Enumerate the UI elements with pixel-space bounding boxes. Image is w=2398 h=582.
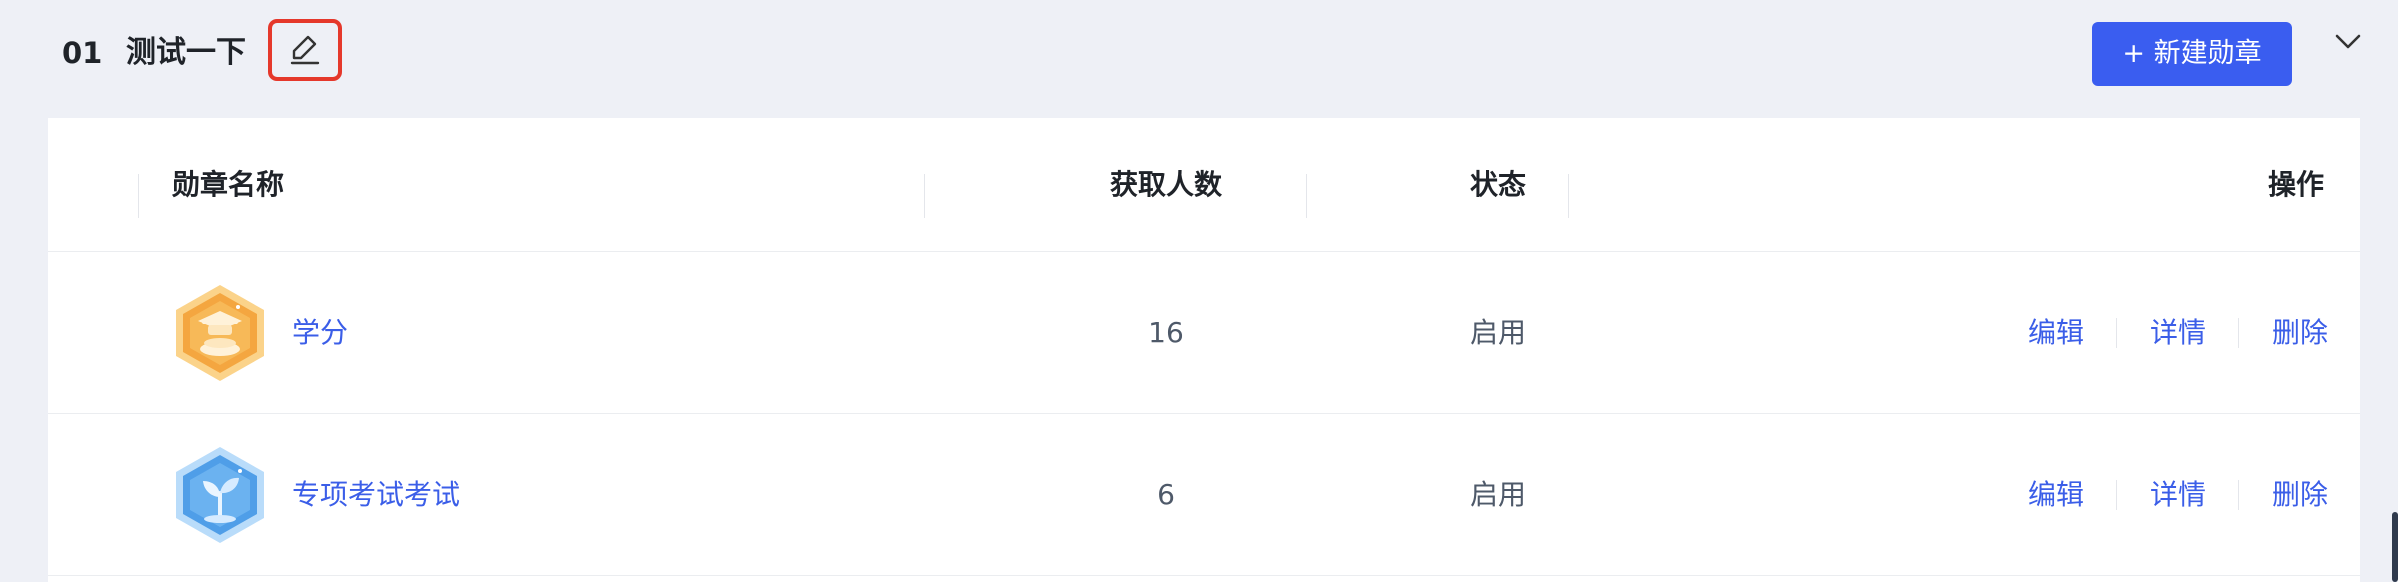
chevron-down-icon — [2334, 33, 2362, 55]
pencil-icon — [288, 32, 322, 69]
action-divider — [2116, 318, 2117, 348]
edit-link[interactable]: 编辑 — [2028, 252, 2084, 414]
obtained-count: 16 — [1148, 316, 1184, 349]
detail-link[interactable]: 详情 — [2150, 252, 2206, 414]
table-header: 勋章名称 获取人数 状态 操作 — [48, 118, 2360, 252]
column-header-actions: 操作 — [2267, 168, 2324, 201]
sprout-badge-icon — [172, 445, 268, 545]
badge-name-link[interactable]: 学分 — [292, 252, 348, 414]
column-divider — [924, 174, 925, 218]
badge-table: 勋章名称 获取人数 状态 操作 学分 16 启用 编辑 详情 删除 专项考试考试… — [48, 118, 2360, 582]
column-divider — [1568, 174, 1569, 218]
column-header-status: 状态 — [1469, 168, 1526, 201]
action-divider — [2238, 480, 2239, 510]
action-divider — [2238, 318, 2239, 348]
group-title: 测试一下 — [126, 35, 246, 70]
group-header: 01 测试一下 + 新建勋章 — [0, 0, 2398, 118]
delete-link[interactable]: 删除 — [2272, 414, 2328, 576]
new-badge-button[interactable]: + 新建勋章 — [2092, 22, 2292, 86]
status-text: 启用 — [1469, 316, 1526, 349]
edit-group-title-button[interactable] — [268, 19, 342, 81]
scrollbar-thumb[interactable] — [2392, 512, 2398, 582]
obtained-count: 6 — [1157, 478, 1175, 511]
column-header-count: 获取人数 — [1109, 168, 1222, 201]
column-header-name: 勋章名称 — [172, 168, 285, 201]
table-row: 专项考试考试 6 启用 编辑 详情 删除 — [48, 414, 2360, 576]
table-row: 学分 16 启用 编辑 详情 删除 — [48, 252, 2360, 414]
column-divider — [138, 174, 139, 218]
graduation-cap-badge-icon — [172, 283, 268, 383]
detail-link[interactable]: 详情 — [2150, 414, 2206, 576]
action-divider — [2116, 480, 2117, 510]
collapse-button[interactable] — [2330, 26, 2366, 62]
status-text: 启用 — [1469, 478, 1526, 511]
delete-link[interactable]: 删除 — [2272, 252, 2328, 414]
group-number: 01 — [62, 36, 103, 70]
edit-link[interactable]: 编辑 — [2028, 414, 2084, 576]
column-divider — [1306, 174, 1307, 218]
badge-name-link[interactable]: 专项考试考试 — [292, 414, 460, 576]
